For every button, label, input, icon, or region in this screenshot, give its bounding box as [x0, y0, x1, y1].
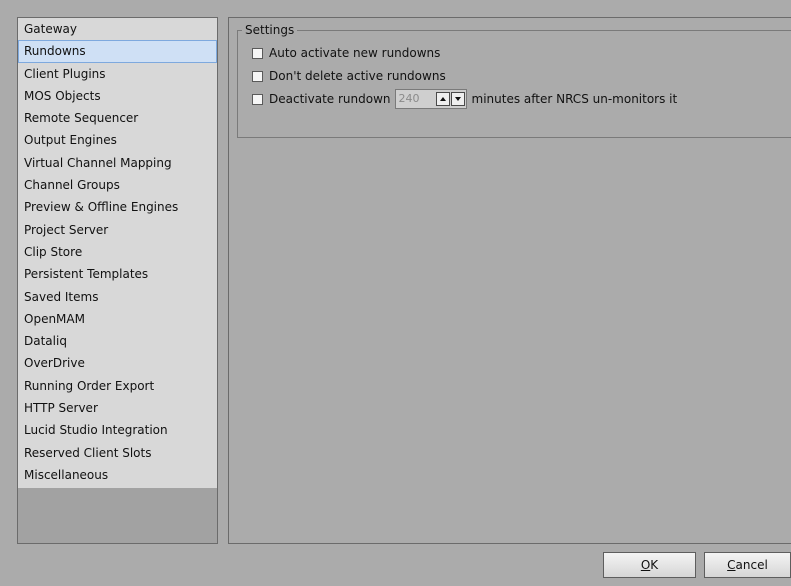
cancel-mnemonic: C	[727, 558, 736, 572]
sidebar-item[interactable]: Remote Sequencer	[18, 107, 217, 129]
sidebar-item[interactable]: Dataliq	[18, 330, 217, 352]
cancel-button[interactable]: Cancel	[704, 552, 791, 578]
deactivate-checkbox[interactable]	[252, 93, 263, 105]
sidebar-item[interactable]: Clip Store	[18, 241, 217, 263]
sidebar-item[interactable]: Client Plugins	[18, 63, 217, 85]
sidebar-item[interactable]: Reserved Client Slots	[18, 442, 217, 464]
sidebar-item[interactable]: OverDrive	[18, 352, 217, 374]
deactivate-suffix: minutes after NRCS un-monitors it	[471, 92, 678, 106]
sidebar-item[interactable]: Lucid Studio Integration	[18, 419, 217, 441]
spin-up-icon[interactable]	[435, 92, 450, 106]
deactivate-label: Deactivate rundown	[269, 92, 391, 106]
auto-activate-label: Auto activate new rundowns	[269, 46, 441, 60]
minutes-spinbox[interactable]: 240	[394, 89, 467, 109]
sidebar-item[interactable]: Persistent Templates	[18, 263, 217, 285]
sidebar-item[interactable]: MOS Objects	[18, 85, 217, 107]
ok-mnemonic: O	[640, 558, 651, 572]
sidebar-item[interactable]: HTTP Server	[18, 397, 217, 419]
dont-delete-label: Don't delete active rundowns	[269, 69, 446, 83]
settings-groupbox: Settings Auto activate new rundowns Don'…	[237, 22, 791, 138]
sidebar-item[interactable]: Rundowns	[18, 40, 217, 63]
minutes-value[interactable]: 240	[396, 90, 436, 108]
groupbox-legend: Settings	[242, 22, 298, 38]
sidebar-item[interactable]: Miscellaneous	[18, 464, 217, 486]
auto-activate-option[interactable]: Auto activate new rundowns	[252, 44, 440, 62]
ok-label-rest: K	[650, 558, 659, 572]
sidebar-item[interactable]: Channel Groups	[18, 174, 217, 196]
auto-activate-checkbox[interactable]	[252, 47, 263, 59]
dont-delete-checkbox[interactable]	[252, 70, 263, 82]
settings-category-list: Gateway Rundowns Client Plugins MOS Objects…	[17, 17, 218, 544]
spin-down-icon[interactable]	[450, 92, 465, 106]
category-list: Gateway Rundowns Client Plugins MOS Objects…	[18, 18, 217, 488]
sidebar-item[interactable]: OpenMAM	[18, 308, 217, 330]
ok-button[interactable]: OK	[603, 552, 696, 578]
sidebar-item[interactable]: Gateway	[18, 18, 217, 40]
sidebar-item[interactable]: Project Server	[18, 219, 217, 241]
sidebar-item[interactable]: Output Engines	[18, 129, 217, 151]
sidebar-item[interactable]: Running Order Export	[18, 375, 217, 397]
sidebar-item[interactable]: Virtual Channel Mapping	[18, 152, 217, 174]
sidebar-item[interactable]: Preview & Offline Engines	[18, 196, 217, 218]
sidebar-item[interactable]: Saved Items	[18, 286, 217, 308]
dont-delete-option[interactable]: Don't delete active rundowns	[252, 67, 446, 85]
cancel-label-rest: ancel	[735, 558, 768, 572]
deactivate-option: Deactivate rundown 240 minutes after NRC…	[252, 89, 678, 109]
settings-panel: Settings Auto activate new rundowns Don'…	[228, 17, 791, 544]
